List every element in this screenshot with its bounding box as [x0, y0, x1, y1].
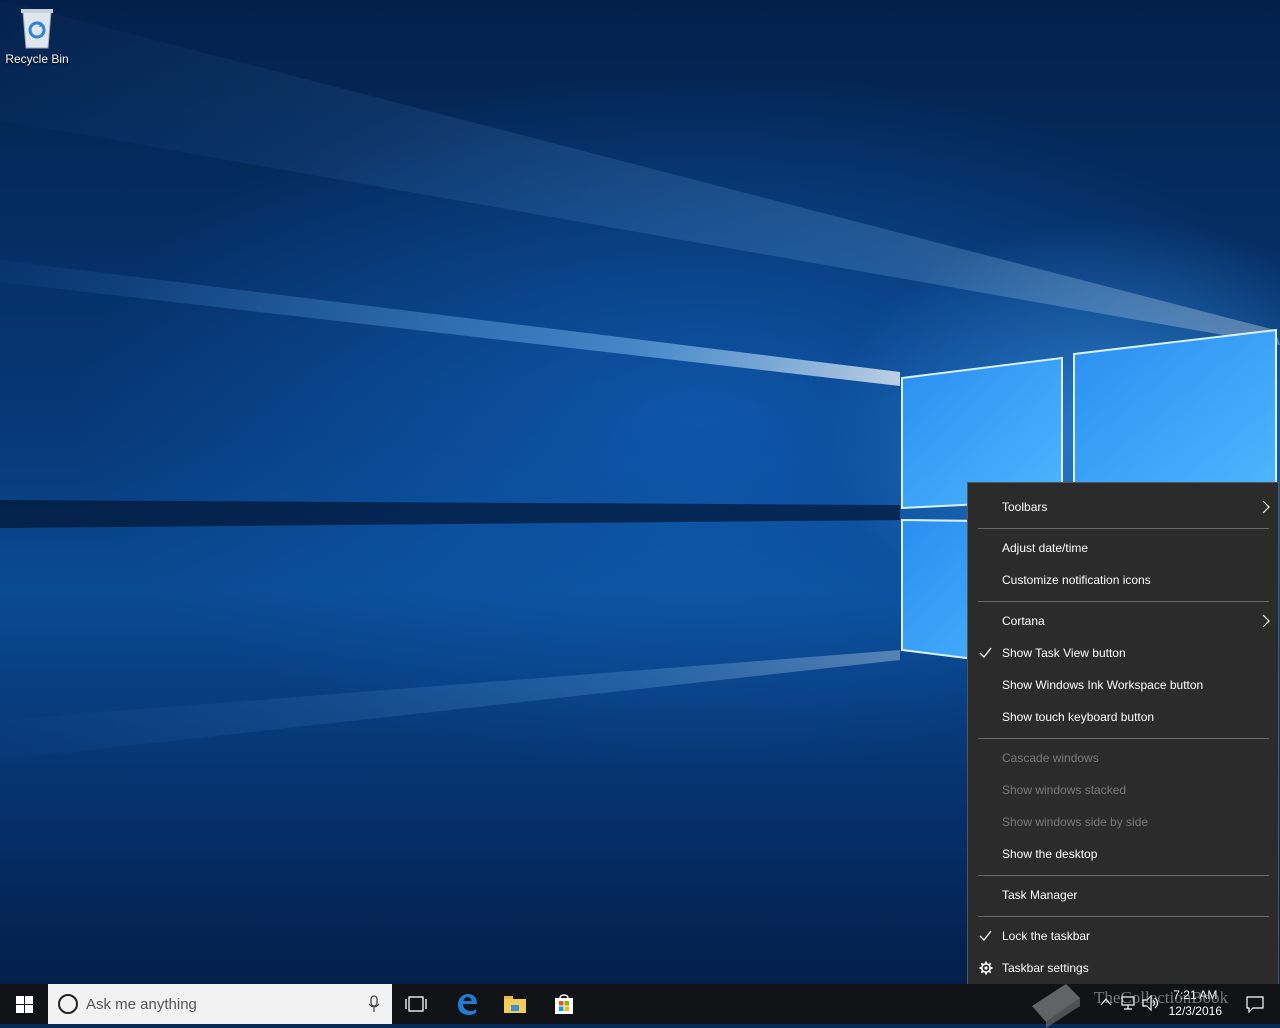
- menu-item-show-the-desktop[interactable]: Show the desktop: [968, 839, 1278, 869]
- taskbar-context-menu: Toolbars Adjust date/time Customize noti…: [967, 482, 1279, 992]
- store-button[interactable]: [540, 984, 588, 1024]
- book-logo-icon: [1032, 984, 1080, 1028]
- cortana-icon: [58, 994, 78, 1014]
- menu-item-show-touch-keyboard-button[interactable]: Show touch keyboard button: [968, 702, 1278, 732]
- menu-separator: [978, 738, 1269, 739]
- menu-item-show-windows-stacked: Show windows stacked: [1002, 783, 1127, 797]
- checkmark-icon: [979, 647, 992, 658]
- task-view-button[interactable]: [392, 984, 440, 1024]
- menu-item-adjust-datetime[interactable]: Adjust date/time: [968, 533, 1278, 563]
- checkmark-icon: [979, 930, 992, 941]
- folder-icon: [504, 996, 526, 1013]
- menu-item-lock-the-taskbar[interactable]: Lock the taskbar: [968, 921, 1278, 951]
- microphone-icon[interactable]: [368, 995, 380, 1013]
- menu-item-task-manager[interactable]: Task Manager: [968, 880, 1278, 910]
- search-placeholder: Ask me anything: [86, 995, 197, 1013]
- menu-item-customize-notification-icons[interactable]: Customize notification icons: [968, 565, 1278, 595]
- start-button[interactable]: [0, 984, 48, 1024]
- edge-browser-button[interactable]: [443, 984, 491, 1024]
- gear-icon: [979, 961, 993, 975]
- recycle-bin-icon: [21, 9, 53, 49]
- menu-item-taskbar-settings[interactable]: Taskbar settings: [968, 953, 1278, 983]
- menu-separator: [978, 601, 1269, 602]
- chevron-right-icon: [1262, 614, 1270, 628]
- menu-item-show-windows-side-by-side: Show windows side by side: [1002, 815, 1149, 829]
- task-view-icon: [405, 996, 427, 1012]
- menu-separator: [978, 528, 1269, 529]
- chevron-right-icon: [1262, 500, 1270, 514]
- cortana-search-box[interactable]: Ask me anything: [48, 984, 392, 1024]
- windows-start-icon: [15, 995, 33, 1013]
- store-icon: [555, 994, 573, 1014]
- menu-separator: [978, 916, 1269, 917]
- taskbar[interactable]: Ask me anything 7:21 AM 12/3/2016: [0, 984, 1280, 1024]
- watermark-text: TheCollectionBook: [1094, 988, 1229, 1007]
- action-center-icon[interactable]: [1246, 995, 1264, 1013]
- menu-item-show-ink-workspace-button[interactable]: Show Windows Ink Workspace button: [968, 670, 1278, 700]
- menu-item-toolbars[interactable]: Toolbars: [968, 492, 1278, 522]
- recycle-bin-label: Recycle Bin: [5, 52, 69, 66]
- menu-item-show-task-view-button[interactable]: Show Task View button: [968, 638, 1278, 668]
- file-explorer-button[interactable]: [491, 984, 539, 1024]
- menu-separator: [978, 875, 1269, 876]
- desktop-icon-recycle-bin[interactable]: Recycle Bin: [4, 6, 70, 66]
- menu-item-cortana[interactable]: Cortana: [968, 606, 1278, 636]
- menu-item-cascade-windows: Cascade windows: [1002, 751, 1099, 765]
- edge-icon: [458, 994, 477, 1015]
